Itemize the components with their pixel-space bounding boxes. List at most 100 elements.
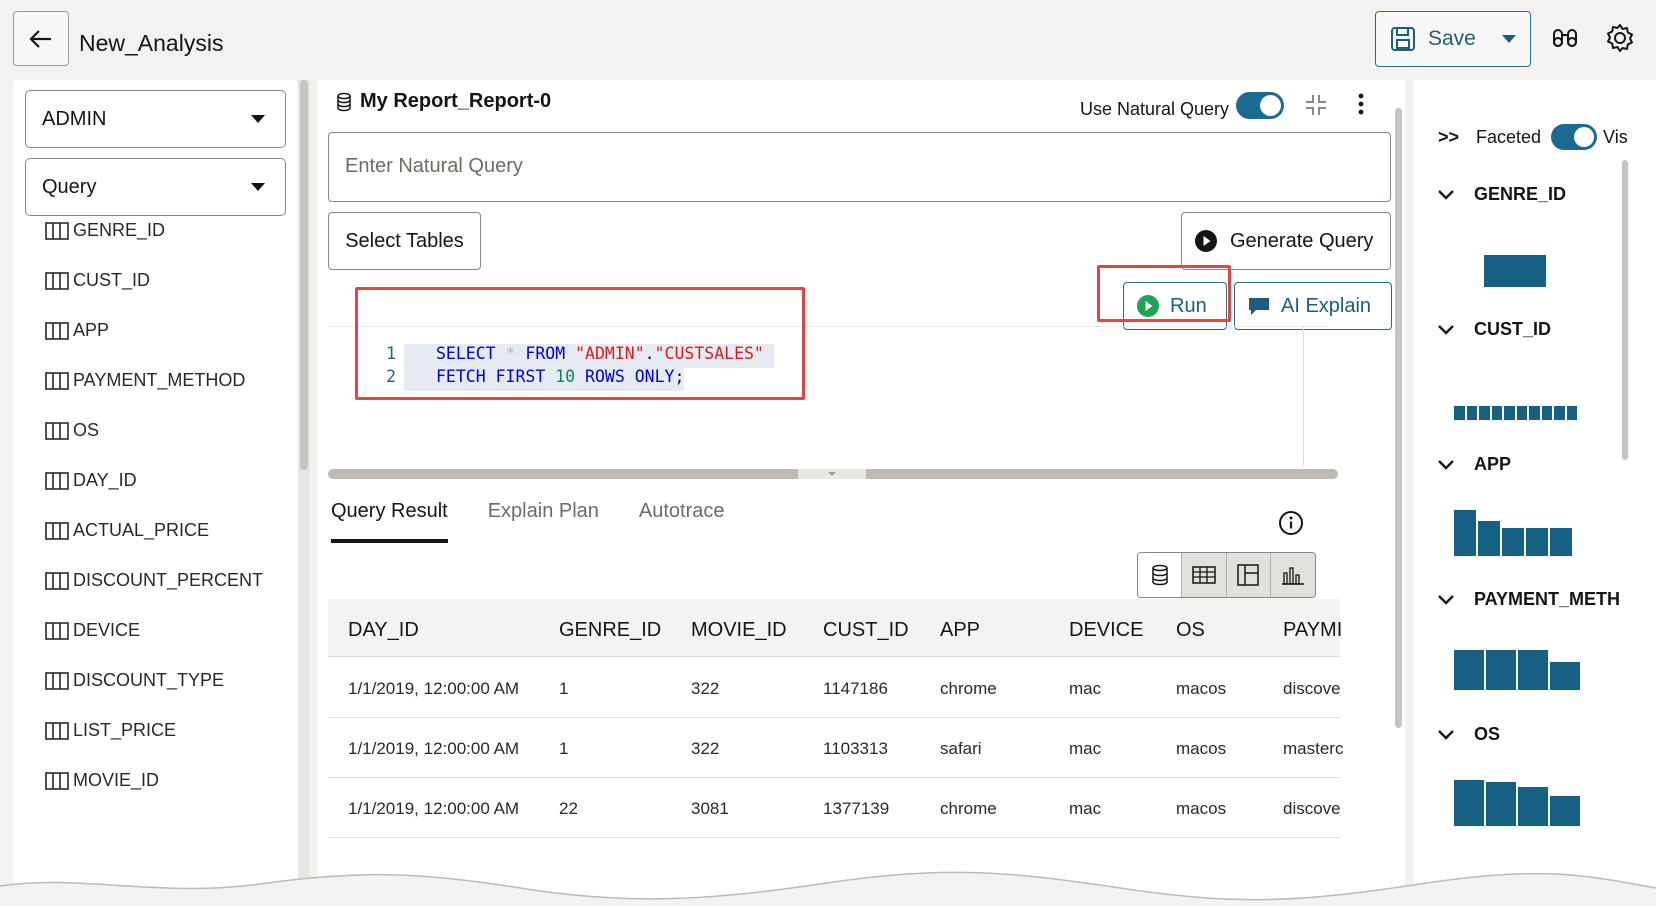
caret-down-icon bbox=[251, 115, 265, 123]
column-label: CUST_ID bbox=[73, 270, 151, 290]
column-item[interactable]: OS bbox=[45, 420, 99, 441]
facet-bar[interactable] bbox=[1518, 787, 1548, 826]
ai-explain-button[interactable]: AI Explain bbox=[1234, 282, 1392, 330]
column-item[interactable]: APP bbox=[45, 320, 109, 341]
select-tables-button[interactable]: Select Tables bbox=[328, 212, 481, 270]
facet-histogram[interactable] bbox=[1454, 780, 1582, 826]
back-button[interactable] bbox=[13, 11, 69, 66]
mode-select[interactable]: Query bbox=[25, 158, 286, 216]
facet-bar[interactable] bbox=[1516, 406, 1527, 420]
facet-histogram[interactable] bbox=[1454, 406, 1579, 420]
facet-bar[interactable] bbox=[1454, 650, 1484, 690]
facet-bar[interactable] bbox=[1454, 406, 1465, 420]
center-scrollbar[interactable] bbox=[1392, 80, 1405, 906]
facet-bar[interactable] bbox=[1550, 662, 1580, 690]
column-item[interactable]: CUST_ID bbox=[45, 270, 150, 291]
facet-bar[interactable] bbox=[1491, 406, 1502, 420]
column-item[interactable]: ACTUAL_PRICE bbox=[45, 520, 209, 541]
generate-query-button[interactable]: Generate Query bbox=[1181, 212, 1391, 270]
column-header[interactable]: DEVICE bbox=[1069, 619, 1143, 642]
column-header[interactable]: PAYMI bbox=[1283, 619, 1342, 642]
natural-query-input[interactable]: Enter Natural Query bbox=[328, 132, 1391, 202]
facet-bar[interactable] bbox=[1502, 528, 1524, 556]
editor-splitter[interactable] bbox=[328, 469, 1338, 479]
save-label: Save bbox=[1428, 27, 1476, 50]
faceted-toggle[interactable] bbox=[1551, 124, 1598, 150]
natural-query-toggle[interactable] bbox=[1236, 92, 1284, 119]
column-item[interactable]: DISCOUNT_PERCENT bbox=[45, 570, 263, 591]
facet-name: PAYMENT_METH bbox=[1474, 589, 1621, 609]
column-item[interactable]: PAYMENT_METHOD bbox=[45, 370, 245, 391]
facet-section-title[interactable]: PAYMENT_METH bbox=[1438, 589, 1620, 610]
column-item[interactable]: DISCOUNT_TYPE bbox=[45, 670, 224, 691]
column-header[interactable]: APP bbox=[940, 619, 980, 642]
facet-bar[interactable] bbox=[1526, 528, 1548, 556]
column-item[interactable]: GENRE_ID bbox=[45, 220, 165, 241]
table-cell: macos bbox=[1176, 679, 1227, 698]
facet-bar[interactable] bbox=[1541, 406, 1552, 420]
column-icon bbox=[45, 371, 69, 391]
facet-bar[interactable] bbox=[1486, 650, 1516, 690]
facet-bar[interactable] bbox=[1529, 406, 1540, 420]
facet-section-title[interactable]: GENRE_ID bbox=[1438, 184, 1566, 205]
column-header[interactable]: MOVIE_ID bbox=[691, 619, 787, 642]
info-icon[interactable] bbox=[1278, 510, 1304, 536]
facet-bar[interactable] bbox=[1478, 521, 1500, 556]
collapse-icon[interactable] bbox=[1304, 93, 1328, 117]
gear-icon[interactable] bbox=[1602, 20, 1638, 56]
column-item[interactable]: MOVIE_ID bbox=[45, 770, 159, 791]
facet-bar[interactable] bbox=[1454, 780, 1484, 826]
column-item[interactable]: DEVICE bbox=[45, 620, 140, 641]
facet-bar[interactable] bbox=[1566, 406, 1577, 420]
facet-histogram[interactable] bbox=[1454, 650, 1582, 690]
facet-name: CUST_ID bbox=[1474, 319, 1552, 339]
facet-bar[interactable] bbox=[1554, 406, 1565, 420]
column-item[interactable]: DAY_ID bbox=[45, 470, 137, 491]
chart-view-icon[interactable] bbox=[1270, 553, 1315, 597]
table-cell: 1147186 bbox=[823, 679, 888, 698]
column-icon bbox=[45, 521, 69, 541]
facet-bar[interactable] bbox=[1550, 796, 1580, 826]
facet-bar[interactable] bbox=[1504, 406, 1515, 420]
binoculars-icon[interactable] bbox=[1547, 20, 1583, 56]
tab-autotrace[interactable]: Autotrace bbox=[639, 500, 725, 543]
visual-label: Vis bbox=[1603, 126, 1628, 147]
column-item[interactable]: LIST_PRICE bbox=[45, 720, 176, 741]
facet-bar[interactable] bbox=[1466, 406, 1477, 420]
table-row[interactable]: 1/1/2019, 12:00:00 AM 22 3081 1377139 ch… bbox=[328, 778, 1341, 838]
caret-down-icon[interactable] bbox=[1501, 35, 1516, 43]
facet-bar[interactable] bbox=[1484, 255, 1546, 287]
table-cell: 1 bbox=[559, 739, 569, 758]
facet-histogram[interactable] bbox=[1454, 510, 1574, 556]
facet-section-title[interactable]: OS bbox=[1438, 724, 1500, 745]
table-row[interactable]: 1/1/2019, 12:00:00 AM 1 322 1147186 chro… bbox=[328, 658, 1341, 718]
pivot-view-icon[interactable] bbox=[1226, 553, 1271, 597]
expand-panel-button[interactable]: >> bbox=[1438, 127, 1476, 148]
database-view-icon[interactable] bbox=[1138, 553, 1183, 597]
left-scrollbar[interactable] bbox=[298, 80, 310, 906]
run-highlight bbox=[1097, 265, 1231, 322]
column-header[interactable]: OS bbox=[1176, 619, 1205, 642]
column-icon bbox=[45, 721, 69, 741]
tab-query-result[interactable]: Query Result bbox=[331, 500, 448, 543]
more-options-icon[interactable] bbox=[1358, 93, 1364, 115]
schema-select[interactable]: ADMIN bbox=[25, 90, 286, 148]
facet-section-title[interactable]: APP bbox=[1438, 454, 1511, 475]
column-header[interactable]: CUST_ID bbox=[823, 619, 909, 642]
column-header[interactable]: GENRE_ID bbox=[559, 619, 661, 642]
table-view-icon[interactable] bbox=[1182, 553, 1227, 597]
facet-scrollbar[interactable] bbox=[1622, 160, 1628, 460]
table-cell: 1377139 bbox=[823, 799, 890, 818]
save-button[interactable]: Save bbox=[1375, 11, 1531, 67]
facet-bar[interactable] bbox=[1486, 782, 1516, 826]
facet-bar[interactable] bbox=[1479, 406, 1490, 420]
column-header[interactable]: DAY_ID bbox=[348, 619, 419, 642]
facet-section-title[interactable]: CUST_ID bbox=[1438, 319, 1551, 340]
table-row[interactable]: 1/1/2019, 12:00:00 AM 1 322 1103313 safa… bbox=[328, 718, 1343, 778]
facet-bar[interactable] bbox=[1518, 650, 1548, 690]
table-cell: safari bbox=[940, 739, 982, 758]
facet-histogram[interactable] bbox=[1484, 255, 1548, 287]
facet-bar[interactable] bbox=[1550, 528, 1572, 556]
tab-explain-plan[interactable]: Explain Plan bbox=[488, 500, 599, 543]
facet-bar[interactable] bbox=[1454, 510, 1476, 556]
